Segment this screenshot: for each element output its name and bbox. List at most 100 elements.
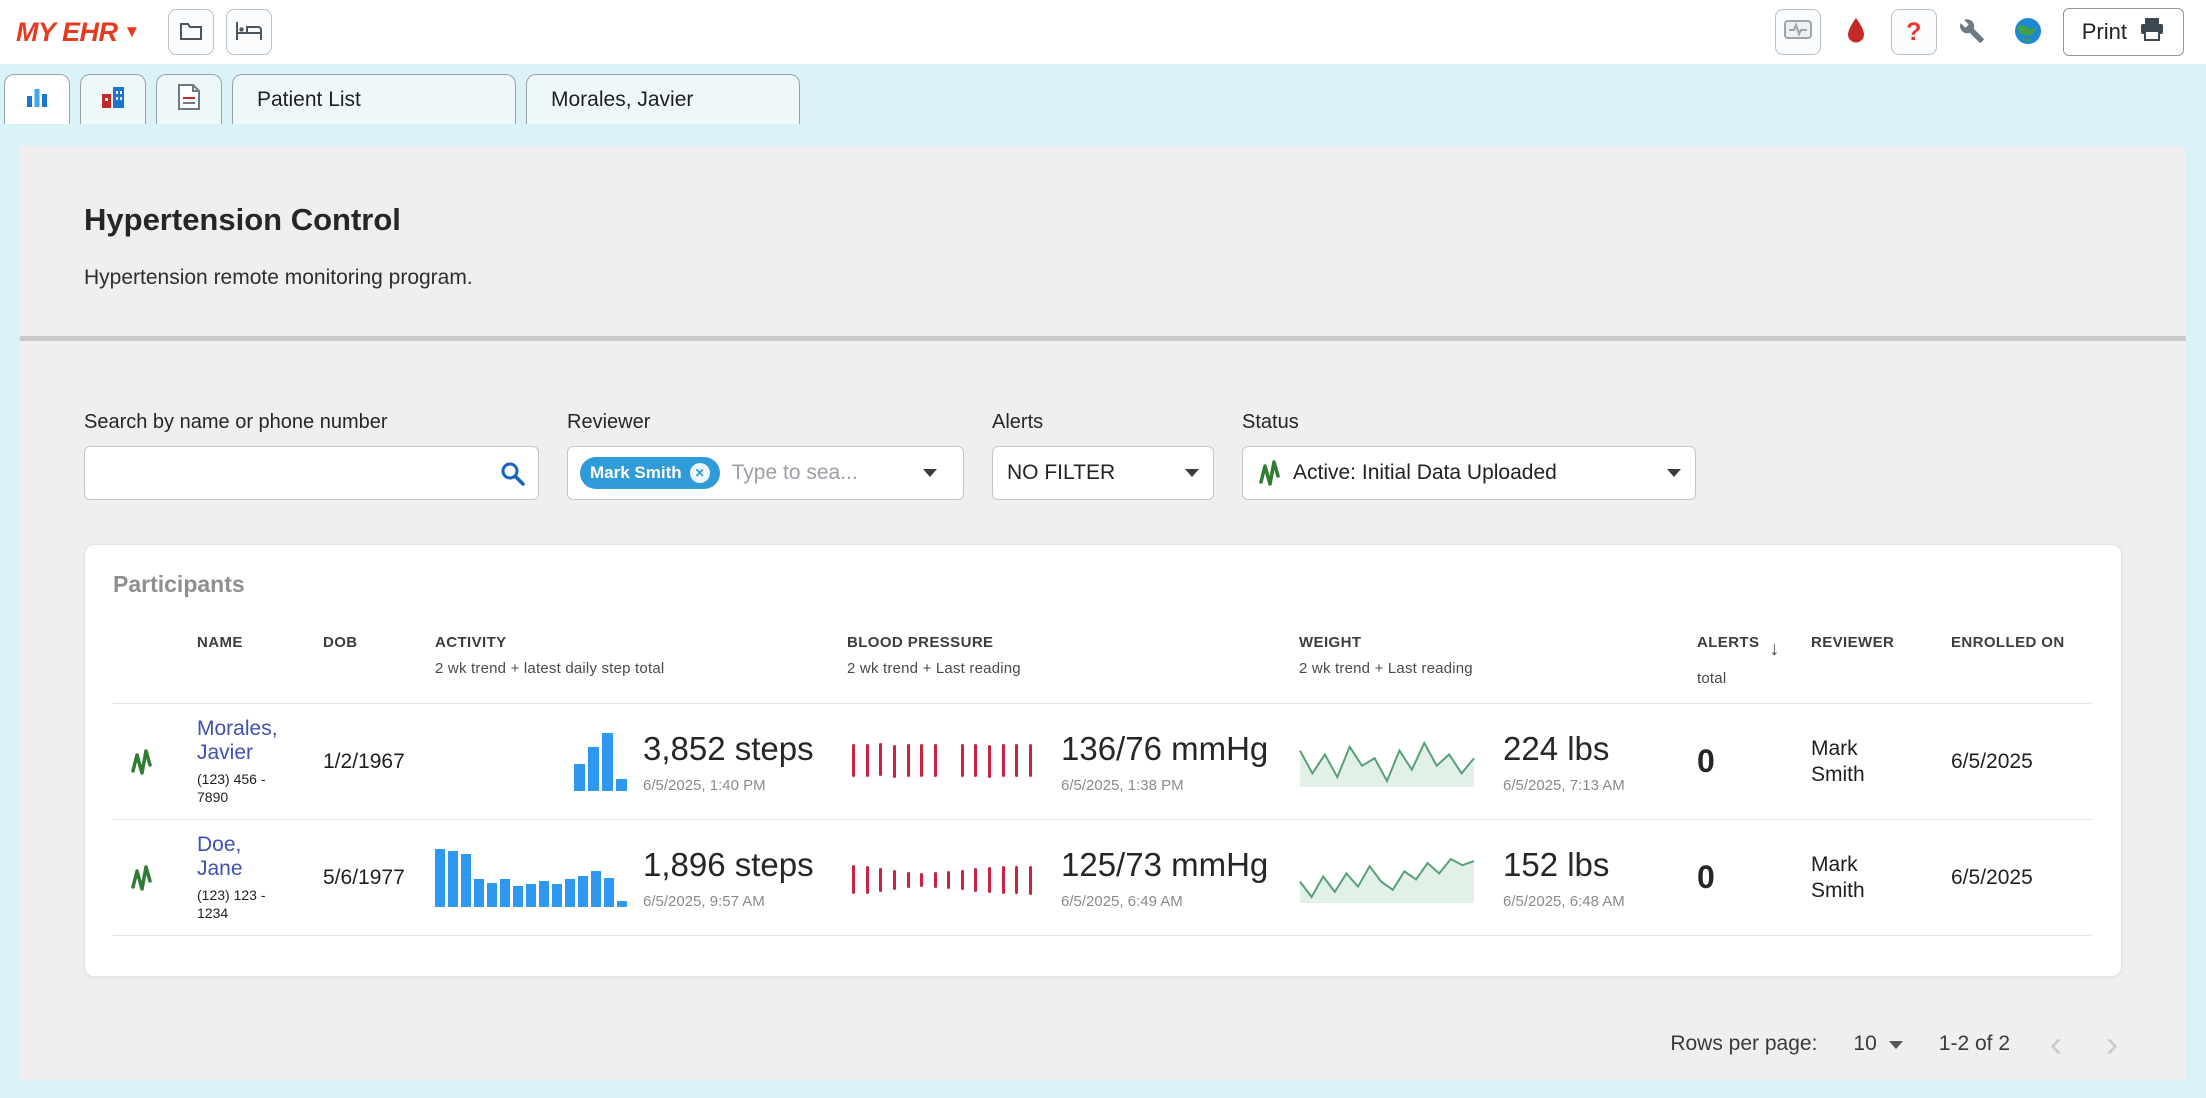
column-enrolled: ENROLLED ON xyxy=(1951,634,2093,651)
activity-sparkbars xyxy=(435,733,627,791)
caret-down-icon xyxy=(923,469,937,477)
alerts-label: Alerts xyxy=(992,411,1214,434)
alerts-select[interactable]: NO FILTER xyxy=(992,446,1214,500)
print-button-label: Print xyxy=(2082,19,2127,45)
blood-drop-icon xyxy=(1846,17,1866,47)
bed-icon xyxy=(236,21,262,44)
search-input-wrap xyxy=(84,446,539,500)
status-filter: Status Active: Initial Data Uploaded xyxy=(1242,411,1696,500)
column-weight: WEIGHT 2 wk trend + Last reading xyxy=(1299,634,1697,677)
caret-down-icon xyxy=(1185,469,1199,477)
reviewer-label: Reviewer xyxy=(567,411,964,434)
bp-timestamp: 6/5/2025, 1:38 PM xyxy=(1061,777,1268,794)
search-icon[interactable] xyxy=(499,460,538,487)
folder-button[interactable] xyxy=(168,9,214,55)
tab-patient-list-label: Patient List xyxy=(257,88,361,112)
column-dob: DOB xyxy=(323,634,435,651)
weight-cell: 152 lbs 6/5/2025, 6:48 AM xyxy=(1299,846,1697,910)
reviewer-combobox[interactable]: Mark Smith ✕ Type to sea... xyxy=(567,446,964,500)
row-status-cell xyxy=(113,747,197,777)
logo-caret-icon: ▼ xyxy=(124,22,140,42)
activity-timestamp: 6/5/2025, 9:57 AM xyxy=(643,893,814,910)
bp-value: 136/76 mmHg xyxy=(1061,730,1268,768)
participants-title: Participants xyxy=(113,571,2093,598)
table-row: Doe, Jane (123) 123 - 1234 5/6/1977 1,89… xyxy=(113,820,2093,936)
page-head: Hypertension Control Hypertension remote… xyxy=(20,146,2186,290)
help-button[interactable]: ? xyxy=(1891,9,1937,55)
tab-dashboard[interactable] xyxy=(4,74,70,124)
app-logo-text: MY EHR xyxy=(16,17,118,48)
patient-name-cell: Doe, Jane (123) 123 - 1234 xyxy=(197,833,323,923)
participants-card: Participants NAME DOB ACTIVITY 2 wk tren… xyxy=(84,544,2122,977)
globe-button[interactable] xyxy=(2007,11,2049,53)
search-filter: Search by name or phone number xyxy=(84,411,539,500)
activity-cell: 1,896 steps 6/5/2025, 9:57 AM xyxy=(435,846,847,910)
status-select[interactable]: Active: Initial Data Uploaded xyxy=(1242,446,1696,500)
weight-sparkline xyxy=(1299,852,1475,904)
column-bp: BLOOD PRESSURE 2 wk trend + Last reading xyxy=(847,634,1299,677)
bp-trend-chart xyxy=(847,853,1037,903)
topbar: MY EHR ▼ ? xyxy=(0,0,2206,64)
caret-down-icon xyxy=(1889,1041,1903,1049)
tab-patient-morales[interactable]: Morales, Javier xyxy=(526,74,800,124)
bp-timestamp: 6/5/2025, 6:49 AM xyxy=(1061,893,1268,910)
next-page-button[interactable]: › xyxy=(2102,1026,2122,1062)
reviewer-cell: Mark Smith xyxy=(1811,852,1951,902)
rows-per-page-select[interactable]: 10 xyxy=(1853,1032,1902,1056)
search-input[interactable] xyxy=(85,462,499,485)
page-title: Hypertension Control xyxy=(84,202,2122,238)
app-logo[interactable]: MY EHR ▼ xyxy=(16,17,140,48)
tab-patient-list[interactable]: Patient List xyxy=(232,74,516,124)
reviewer-filter: Reviewer Mark Smith ✕ Type to sea... xyxy=(567,411,964,500)
activity-cell: 3,852 steps 6/5/2025, 1:40 PM xyxy=(435,730,847,794)
globe-icon xyxy=(2013,16,2043,49)
sort-desc-icon[interactable]: ↓ xyxy=(1769,638,1779,661)
bp-cell: 136/76 mmHg 6/5/2025, 1:38 PM xyxy=(847,730,1299,794)
rows-per-page-value: 10 xyxy=(1853,1032,1876,1056)
bed-button[interactable] xyxy=(226,9,272,55)
print-button[interactable]: Print xyxy=(2063,8,2184,56)
main-panel: Hypertension Control Hypertension remote… xyxy=(20,146,2186,1080)
question-icon: ? xyxy=(1906,18,1921,47)
column-alerts: ALERTS ↓ total xyxy=(1697,634,1811,687)
column-activity-sub: 2 wk trend + latest daily step total xyxy=(435,660,835,677)
tab-notes[interactable] xyxy=(156,74,222,124)
tab-hospital[interactable] xyxy=(80,74,146,124)
alerts-cell: 0 xyxy=(1697,743,1811,780)
column-bp-label: BLOOD PRESSURE xyxy=(847,634,1287,651)
column-activity: ACTIVITY 2 wk trend + latest daily step … xyxy=(435,634,847,677)
column-alerts-sub: total xyxy=(1697,670,1799,687)
patient-dob: 5/6/1977 xyxy=(323,866,435,890)
status-pulse-icon xyxy=(1257,458,1281,488)
previous-page-button[interactable]: ‹ xyxy=(2046,1026,2066,1062)
blood-drop-button[interactable] xyxy=(1835,11,1877,53)
activity-value: 3,852 steps xyxy=(643,730,814,768)
weight-timestamp: 6/5/2025, 6:48 AM xyxy=(1503,893,1625,910)
patient-name-link[interactable]: Morales, Javier xyxy=(197,717,311,765)
patient-name-cell: Morales, Javier (123) 456 - 7890 xyxy=(197,717,323,807)
status-pulse-icon xyxy=(129,747,185,777)
device-monitor-button[interactable] xyxy=(1775,9,1821,55)
rows-per-page-label: Rows per page: xyxy=(1670,1032,1817,1056)
patient-name-link[interactable]: Doe, Jane xyxy=(197,833,311,881)
weight-value: 224 lbs xyxy=(1503,730,1625,768)
weight-cell: 224 lbs 6/5/2025, 7:13 AM xyxy=(1299,730,1697,794)
settings-wrench-button[interactable] xyxy=(1951,11,1993,53)
chip-remove-icon[interactable]: ✕ xyxy=(690,463,710,483)
reviewer-chip: Mark Smith ✕ xyxy=(580,457,720,489)
status-select-value: Active: Initial Data Uploaded xyxy=(1293,461,1557,485)
bp-cell: 125/73 mmHg 6/5/2025, 6:49 AM xyxy=(847,846,1299,910)
column-weight-label: WEIGHT xyxy=(1299,634,1685,651)
weight-timestamp: 6/5/2025, 7:13 AM xyxy=(1503,777,1625,794)
patient-dob: 1/2/1967 xyxy=(323,750,435,774)
tab-patient-morales-label: Morales, Javier xyxy=(551,88,693,112)
alerts-filter: Alerts NO FILTER xyxy=(992,411,1214,500)
alerts-cell: 0 xyxy=(1697,859,1811,896)
activity-sparkbars xyxy=(435,849,627,907)
caret-down-icon xyxy=(1667,469,1681,477)
tab-bar: Patient List Morales, Javier xyxy=(0,64,2206,124)
folder-icon xyxy=(179,21,203,44)
column-weight-sub: 2 wk trend + Last reading xyxy=(1299,660,1685,677)
patient-phone: (123) 123 - 1234 xyxy=(197,886,311,922)
page-subtitle: Hypertension remote monitoring program. xyxy=(84,266,2122,290)
